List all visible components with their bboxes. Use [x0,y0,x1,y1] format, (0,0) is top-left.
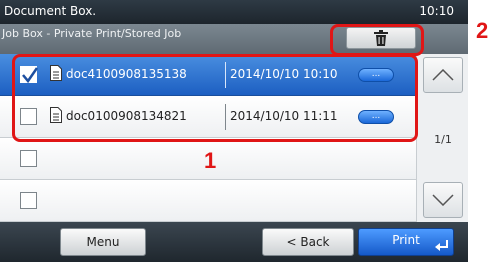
delete-callout [330,24,424,56]
list-callout [12,54,418,142]
title-bar: Document Box. 10:10 [0,0,468,24]
chevron-up-icon [432,69,454,81]
page-subtitle: Job Box - Private Print/Stored Job [2,27,182,40]
print-button[interactable]: Print [358,228,454,256]
callout-number-1: 1 [204,148,217,173]
callout-number-2: 2 [476,18,489,43]
row-checkbox[interactable] [20,192,37,209]
app-title: Document Box. [4,4,97,18]
scroll-down-button[interactable] [423,182,463,218]
clock: 10:10 [419,4,454,18]
print-label: Print [392,233,420,247]
row-checkbox[interactable] [20,150,37,167]
job-row[interactable] [0,180,416,222]
enter-icon [435,240,448,251]
menu-button[interactable]: Menu [60,228,146,256]
chevron-down-icon [432,194,454,206]
bottom-bar: Menu < Back Print [0,222,468,262]
page-indicator: 1/1 [434,133,452,146]
scroll-panel: 1/1 [416,54,468,222]
scroll-up-button[interactable] [423,57,463,93]
back-button[interactable]: < Back [262,228,354,256]
